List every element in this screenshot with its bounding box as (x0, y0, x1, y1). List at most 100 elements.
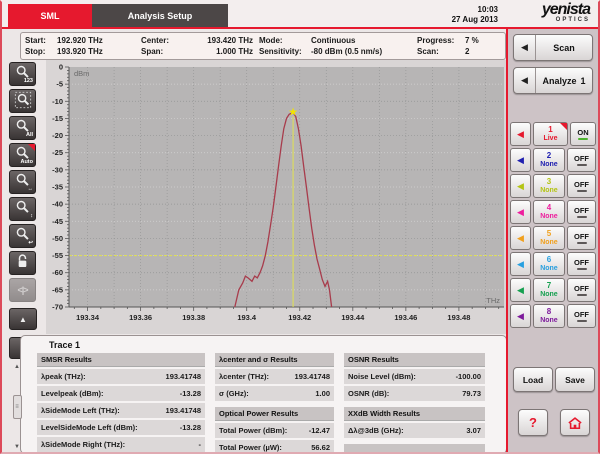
trace-state-label: OFF (574, 258, 589, 267)
trace-4-power-button[interactable]: OFF (567, 200, 596, 224)
result-label: σ (GHz): (219, 386, 249, 401)
status-field-label: Progress: (417, 36, 465, 46)
trace-2-select-button[interactable]: ◀ (510, 148, 531, 172)
trace-label: None (540, 187, 558, 195)
expand-chart-button[interactable]: ▲ (9, 308, 37, 330)
results-group: λcenter and σ Resultsλcenter (THz):193.4… (215, 353, 334, 401)
tool-sub-label: ↔ (28, 186, 34, 192)
tab-analysis-setup[interactable]: Analysis Setup (92, 4, 228, 27)
home-button[interactable] (560, 409, 590, 436)
trace-3-button[interactable]: 3None (533, 174, 565, 198)
trace-7-power-button[interactable]: OFF (567, 278, 596, 302)
trace-state-label: OFF (574, 206, 589, 215)
result-value: 56.62 (311, 440, 330, 454)
lock-button[interactable] (9, 251, 36, 275)
result-value: -100.00 (456, 369, 481, 384)
trace-number: 5 (547, 230, 551, 238)
active-flag-icon (28, 144, 35, 151)
trace-5-button[interactable]: 5None (533, 226, 565, 250)
trace-4-select-button[interactable]: ◀ (510, 200, 531, 224)
trace-number: 6 (547, 256, 551, 264)
x-tick-label: 193.38 (182, 313, 205, 322)
y-tick-label: -20 (52, 131, 63, 140)
trace-3-select-button[interactable]: ◀ (510, 174, 531, 198)
zoom-horizontal-button[interactable]: ↔ (9, 170, 36, 194)
help-button[interactable]: ? (518, 409, 548, 436)
status-field: Sensitivity:-80 dBm (0.5 nm/s) (259, 47, 417, 57)
spectrum-chart[interactable]: 0-5-10-15-20-25-30-35-40-45-50-55-60-65-… (46, 60, 508, 334)
trace-4-button[interactable]: 4None (533, 200, 565, 224)
results-group-title: λcenter and σ Results (215, 353, 334, 367)
zoom-auto-button[interactable]: Auto (9, 143, 36, 167)
trace-8-select-button[interactable]: ◀ (510, 304, 531, 328)
analyze-button[interactable]: ◀ Analyze 1 (513, 67, 593, 94)
y-tick-label: -15 (52, 114, 63, 123)
trace-6-power-button[interactable]: OFF (567, 252, 596, 276)
x-tick-label: 193.42 (288, 313, 311, 322)
tool-sub-label: 123 (24, 78, 33, 84)
trace-row-8: ◀8NoneOFF (510, 304, 596, 328)
analyze-menu-arrow-icon[interactable]: ◀ (514, 68, 536, 93)
result-label: Total Power (µW): (219, 440, 282, 454)
tab-sml[interactable]: SML (8, 4, 92, 27)
status-column-4: Progress:7 %Scan:2 (417, 36, 501, 57)
trace-1-button[interactable]: 1Live (533, 122, 568, 146)
x-tick-label: 193.34 (76, 313, 100, 322)
result-label: Noise Level (dBm): (348, 369, 416, 384)
save-button[interactable]: Save (555, 367, 595, 392)
trace-1-select-button[interactable]: ◀ (510, 122, 531, 146)
trace-1-power-button[interactable]: ON (570, 122, 596, 146)
results-group-title: Optical Power Results (215, 407, 334, 421)
trace-6-select-button[interactable]: ◀ (510, 252, 531, 276)
trace-state-indicator (577, 164, 587, 166)
scroll-down-icon[interactable]: ▼ (14, 444, 20, 450)
trace-row-2: ◀2None OFF (510, 148, 596, 172)
marker-button[interactable]: <|> (9, 278, 36, 302)
y-tick-label: -60 (52, 268, 63, 277)
zoom-selection-button[interactable] (9, 89, 36, 113)
status-field-label: Span: (141, 47, 183, 57)
spectrum-plot[interactable]: 0-5-10-15-20-25-30-35-40-45-50-55-60-65-… (46, 60, 508, 334)
trace-6-button[interactable]: 6None (533, 252, 565, 276)
zoom-back-button[interactable]: ↩ (9, 224, 36, 248)
trace-state-label: OFF (574, 154, 589, 163)
zoom-vertical-button[interactable]: ↕ (9, 197, 36, 221)
y-tick-label: -25 (52, 148, 63, 157)
scroll-up-icon[interactable]: ▲ (14, 364, 20, 370)
trace-7-button[interactable]: 7None (533, 278, 565, 302)
scan-menu-arrow-icon[interactable]: ◀ (514, 35, 536, 60)
result-value: -13.28 (180, 420, 201, 435)
scan-button[interactable]: ◀ Scan (513, 34, 593, 61)
trace-row-4: ◀4None OFF (510, 200, 596, 224)
marker-icon: <|> (17, 285, 27, 295)
trace-2-power-button[interactable]: OFF (567, 148, 596, 172)
trace-2-button[interactable]: 2None (533, 148, 565, 172)
trace-3-power-button[interactable]: OFF (567, 174, 596, 198)
trace-7-select-button[interactable]: ◀ (510, 278, 531, 302)
zoom-all-button[interactable]: All (9, 116, 36, 140)
x-axis-unit-label: THz (486, 296, 500, 305)
status-field-value: 7 % (465, 36, 479, 46)
scrollbar-thumb[interactable]: ≡ (13, 395, 22, 419)
trace-number: 8 (547, 308, 551, 316)
result-value: 1.00 (315, 386, 330, 401)
results-scrollbar[interactable]: ▲ ≡ ▼ (12, 364, 22, 450)
results-row: OSNR (dB):79.73 (344, 386, 485, 401)
trace-8-button[interactable]: 8None (533, 304, 565, 328)
trace-5-power-button[interactable]: OFF (567, 226, 596, 250)
results-group (344, 444, 485, 454)
status-bar: Start:192.920 THzStop:193.920 THzCenter:… (20, 32, 506, 60)
trace-5-select-button[interactable]: ◀ (510, 226, 531, 250)
zoom-values-button[interactable]: 123 (9, 62, 36, 86)
status-field: Span:1.000 THz (141, 47, 259, 57)
trace-label: None (540, 161, 558, 169)
results-column-2: λcenter and σ Resultsλcenter (THz):193.4… (215, 353, 334, 453)
results-group: XXdB Width ResultsΔλ@3dB (GHz):3.07 (344, 407, 485, 438)
load-button[interactable]: Load (513, 367, 553, 392)
status-field-value: Continuous (311, 36, 355, 46)
y-tick-label: -30 (52, 165, 63, 174)
zoom-toolbar: 123 All Auto ↔ ↕ ↩ <|> (9, 62, 37, 302)
y-tick-label: 0 (59, 63, 63, 72)
trace-8-power-button[interactable]: OFF (567, 304, 596, 328)
result-value: -13.28 (180, 386, 201, 401)
